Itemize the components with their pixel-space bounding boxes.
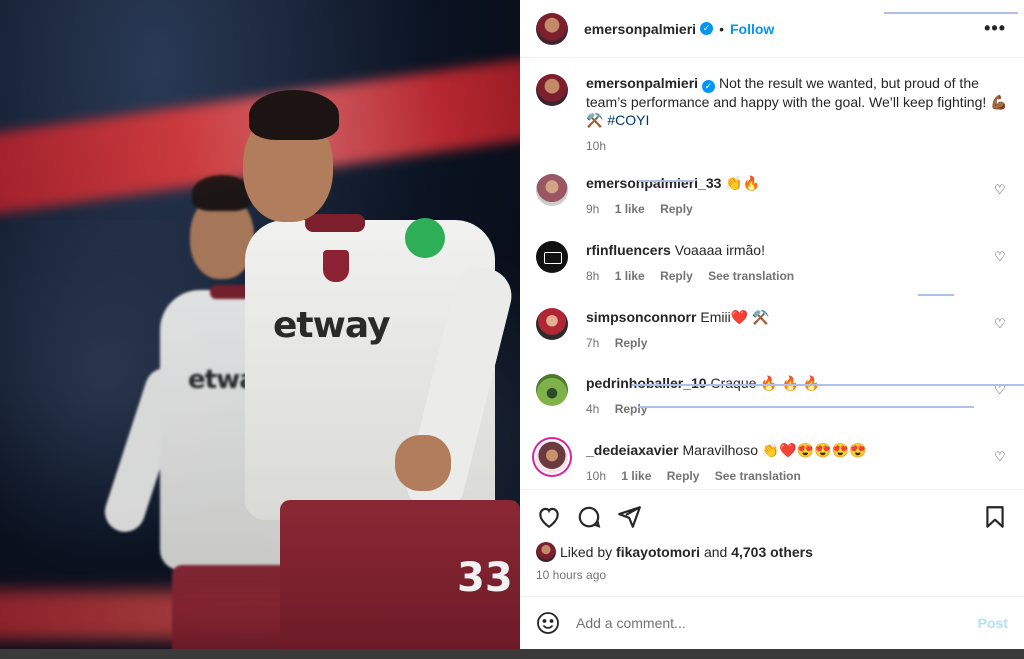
caption-meta: 10h [586, 137, 1008, 155]
comment-item: emersonpalmieri_33 👏🔥 9h 1 like Reply ♡ [536, 174, 1008, 218]
comment-time[interactable]: 10h [586, 469, 606, 483]
emoji-icon[interactable] [536, 611, 560, 635]
commenter-avatar[interactable] [536, 308, 568, 340]
comment-likes[interactable]: 1 like [615, 269, 645, 283]
comment-input[interactable] [576, 615, 978, 631]
comment-body: _dedeiaxavier Maravilhoso 👏❤️😍😍😍😍 10h 1 … [586, 441, 1008, 485]
liked-by-and: and [703, 544, 728, 560]
comment-body: rfinfluencers Voaaaa irmão! 8h 1 like Re… [586, 241, 1008, 285]
separator-dot: • [719, 20, 724, 37]
follow-button[interactable]: Follow [730, 21, 774, 37]
commenter-avatar[interactable] [536, 174, 568, 206]
commenter-avatar[interactable] [536, 241, 568, 273]
reply-button[interactable]: Reply [667, 469, 700, 483]
render-artifact [632, 384, 1024, 386]
verified-icon: ✓ [702, 80, 716, 93]
club-crest-icon [323, 250, 349, 282]
shirt-sponsor: etway [273, 305, 391, 346]
post-photo[interactable]: etway etway 33 [0, 0, 520, 659]
comment-body: simpsonconnorr Emiii❤️ ⚒️ 7h Reply [586, 308, 1008, 352]
comment-time[interactable]: 7h [586, 336, 599, 350]
like-comment-heart-icon[interactable]: ♡ [994, 182, 1008, 197]
author-avatar[interactable] [536, 12, 568, 45]
comment-likes[interactable]: 1 like [621, 469, 651, 483]
comment-time[interactable]: 9h [586, 202, 599, 216]
commenter-username[interactable]: pedrinhoballer_10 [586, 375, 707, 391]
add-comment-bar: Post [520, 596, 1024, 649]
shorts-number: 33 [457, 555, 513, 601]
reply-button[interactable]: Reply [660, 202, 693, 216]
caption-time[interactable]: 10h [586, 139, 606, 153]
comment-text: Maravilhoso 👏❤️😍😍😍😍 [682, 442, 867, 458]
author-avatar[interactable] [536, 74, 568, 106]
player-fist [395, 435, 451, 491]
see-translation-link[interactable]: See translation [715, 469, 801, 483]
render-artifact [884, 12, 1018, 14]
comment-likes[interactable]: 1 like [615, 202, 645, 216]
commenter-avatar[interactable] [536, 374, 568, 406]
verified-icon: ✓ [700, 22, 714, 35]
comment-time[interactable]: 8h [586, 269, 599, 283]
comment-item: pedrinhoballer_10 Craque 🔥 🔥 🔥 4h Reply … [536, 374, 1008, 418]
share-icon[interactable] [616, 504, 642, 530]
render-artifact [638, 406, 974, 408]
post-detail-panel: emersonpalmieri ✓ • Follow ••• emersonpa… [520, 0, 1024, 649]
reply-button[interactable]: Reply [615, 336, 648, 350]
sleeve-patch-icon [405, 218, 445, 258]
comment-meta: 4h Reply [586, 400, 1008, 418]
bottom-strip [0, 649, 1024, 659]
see-translation-link[interactable]: See translation [708, 269, 794, 283]
comment-meta: 8h 1 like Reply See translation [586, 267, 1008, 285]
more-options-icon[interactable]: ••• [984, 18, 1006, 39]
likes-count[interactable]: 4,703 others [731, 544, 813, 560]
author-username[interactable]: emersonpalmieri [584, 21, 696, 37]
comment-meta: 7h Reply [586, 334, 1008, 352]
comment-item: simpsonconnorr Emiii❤️ ⚒️ 7h Reply ♡ [536, 308, 1008, 352]
comments-list[interactable]: emersonpalmieri ✓ Not the result we wante… [520, 58, 1024, 489]
commenter-username[interactable]: rfinfluencers [586, 242, 671, 258]
like-comment-heart-icon[interactable]: ♡ [994, 316, 1008, 331]
comment-meta: 10h 1 like Reply See translation [586, 467, 1008, 485]
post-header: emersonpalmieri ✓ • Follow ••• [520, 0, 1024, 58]
like-comment-heart-icon[interactable]: ♡ [994, 249, 1008, 264]
comment-time[interactable]: 4h [586, 402, 599, 416]
comment-text: 👏🔥 [725, 175, 761, 191]
foreground-player: etway 33 [235, 90, 520, 659]
render-artifact [638, 180, 694, 182]
liked-by-prefix: Liked by [560, 544, 613, 560]
post-caption: emersonpalmieri ✓ Not the result we wante… [536, 74, 1008, 155]
comment-text: Craque 🔥 🔥 🔥 [710, 375, 821, 391]
caption-username[interactable]: emersonpalmieri [586, 75, 698, 91]
comment-meta: 9h 1 like Reply [586, 200, 1008, 218]
player-hair [249, 90, 339, 140]
comment-text: Emiii❤️ ⚒️ [700, 309, 770, 325]
reply-button[interactable]: Reply [615, 402, 648, 416]
post-actions: Liked by fikayotomori and 4,703 others 1… [520, 489, 1024, 594]
caption-body: emersonpalmieri ✓ Not the result we wante… [586, 74, 1008, 155]
comment-body: pedrinhoballer_10 Craque 🔥 🔥 🔥 4h Reply [586, 374, 1008, 418]
liker-avatar[interactable] [536, 542, 556, 562]
comment-icon[interactable] [576, 504, 602, 530]
liked-by-user[interactable]: fikayotomori [616, 544, 700, 560]
comment-item: rfinfluencers Voaaaa irmão! 8h 1 like Re… [536, 241, 1008, 285]
heart-icon[interactable] [536, 504, 562, 530]
post-comment-button[interactable]: Post [978, 615, 1008, 631]
commenter-avatar[interactable] [536, 441, 568, 473]
caption-hashtag[interactable]: #COYI [607, 112, 649, 128]
comment-text: Voaaaa irmão! [674, 242, 765, 258]
comment-item: _dedeiaxavier Maravilhoso 👏❤️😍😍😍😍 10h 1 … [536, 441, 1008, 485]
post-timestamp[interactable]: 10 hours ago [536, 568, 1008, 582]
commenter-username[interactable]: emersonpalmieri_33 [586, 175, 721, 191]
shirt-collar [305, 214, 365, 232]
reply-button[interactable]: Reply [660, 269, 693, 283]
action-icons [536, 502, 1008, 532]
like-comment-heart-icon[interactable]: ♡ [994, 449, 1008, 464]
bookmark-icon[interactable] [982, 504, 1008, 530]
commenter-username[interactable]: simpsonconnorr [586, 309, 696, 325]
commenter-username[interactable]: _dedeiaxavier [586, 442, 679, 458]
likes-summary: Liked by fikayotomori and 4,703 others [536, 542, 1008, 562]
render-artifact [918, 294, 954, 296]
